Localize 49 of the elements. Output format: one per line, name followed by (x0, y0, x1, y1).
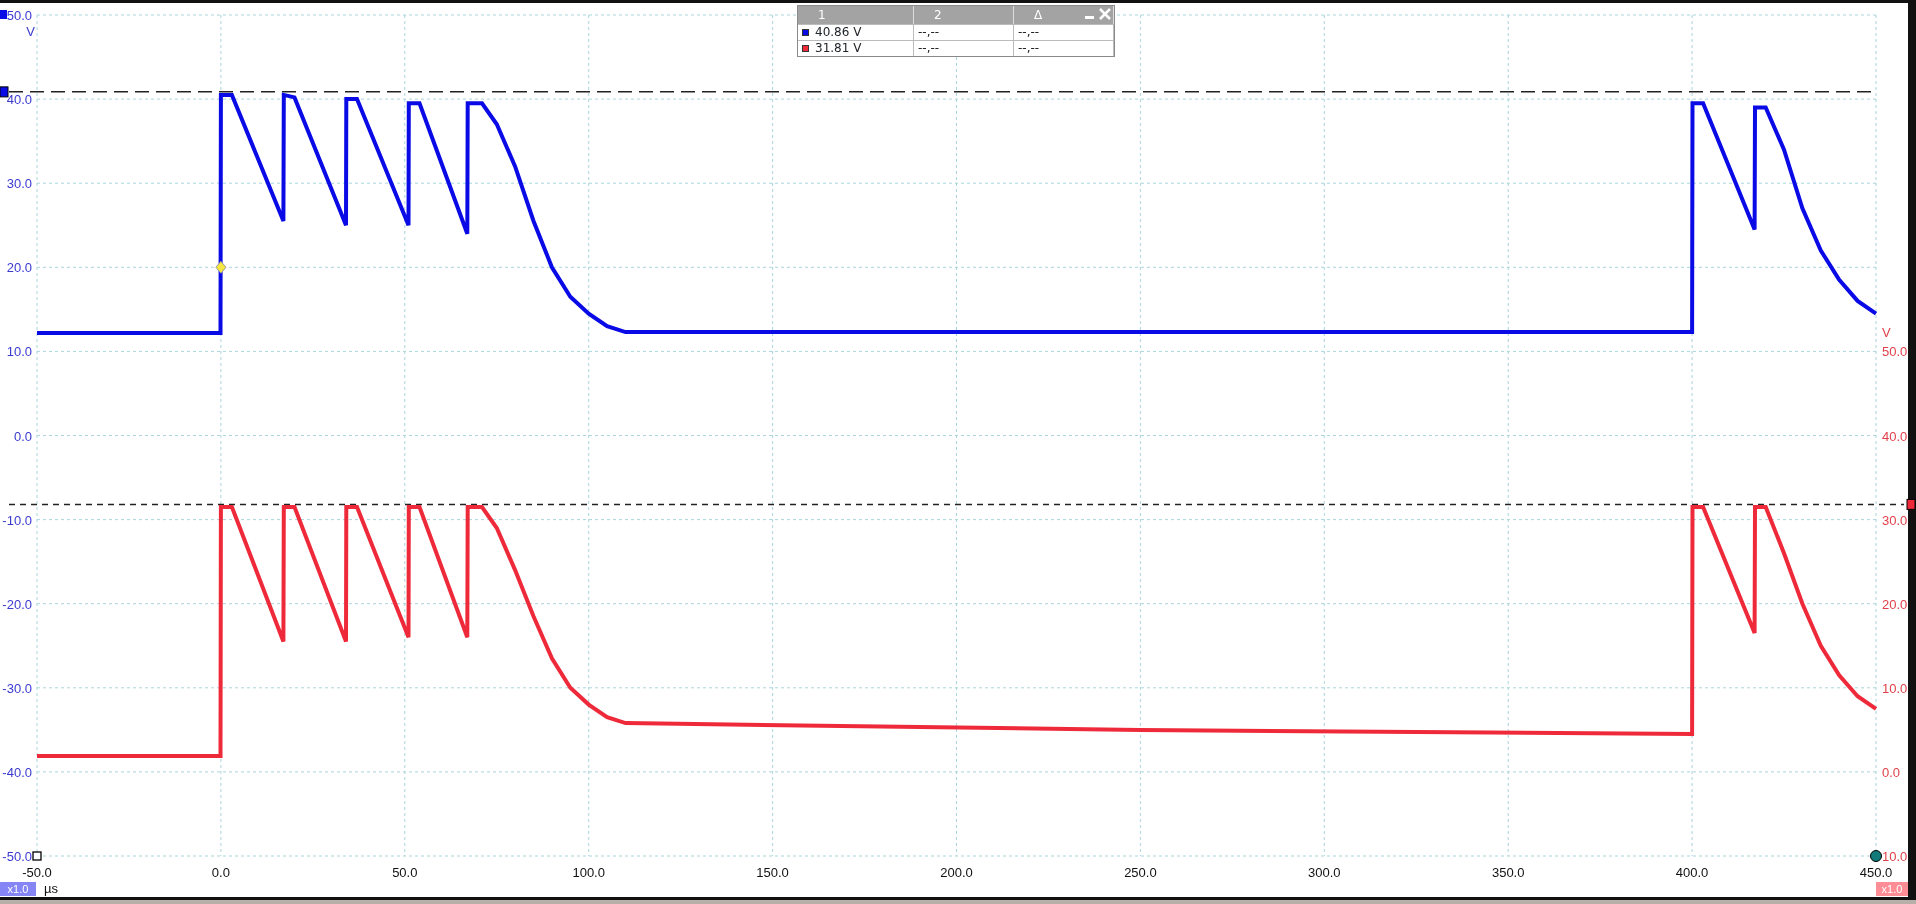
axis-label: 10.0 (1882, 680, 1908, 696)
zoom-handle[interactable] (1870, 850, 1882, 862)
scale-badge: x1.0 (1876, 882, 1908, 896)
axis-label: 50.0 (392, 865, 418, 880)
axis-label: 50.0 (1882, 344, 1908, 360)
table-cell: 31.81 V (815, 41, 862, 56)
axis-label: 150.0 (756, 865, 789, 880)
unit-label: V (26, 24, 35, 39)
axis-label: -50.0 (2, 849, 32, 864)
axis-label: -50.0 (22, 865, 52, 880)
axis-label: 350.0 (1491, 865, 1525, 880)
cursor-handle[interactable] (0, 86, 9, 98)
table-cell: --,-- (1014, 25, 1114, 40)
axis-label: 50.0 (6, 8, 32, 23)
axis-label: 10.0 (1882, 849, 1908, 864)
table-cell: 40.86 V (815, 25, 862, 40)
axis-label: -40.0 (2, 764, 32, 780)
table-cell: --,-- (1014, 41, 1114, 56)
unit-label: µs (44, 881, 58, 896)
ruler-handle[interactable] (32, 851, 42, 861)
axis-label: 300.0 (1308, 865, 1341, 880)
unit-label: V (1882, 325, 1891, 341)
axis-label: 40.0 (1882, 428, 1908, 444)
axis-label: 30.0 (6, 176, 32, 192)
axis-label: -30.0 (2, 680, 32, 696)
cursor-handle[interactable] (1906, 498, 1916, 510)
axis-label: 450.0 (1859, 865, 1893, 880)
axis-label: 200.0 (940, 865, 973, 880)
axis-label: 250.0 (1124, 865, 1157, 880)
column-header: 2 (914, 6, 1014, 24)
axis-label: 20.0 (1882, 596, 1908, 612)
axis-label: 40.0 (6, 92, 32, 108)
column-header: 1 (798, 6, 914, 24)
axis-label: -20.0 (2, 596, 32, 612)
axis-label: 20.0 (6, 260, 32, 276)
axis-label: -10.0 (2, 512, 32, 528)
table-cell: --,-- (914, 25, 1014, 40)
trigger-marker[interactable] (215, 260, 227, 274)
scale-badge: x1.0 (0, 882, 36, 896)
table-cell: --,-- (914, 41, 1014, 56)
axis-label: 30.0 (1882, 512, 1908, 528)
axis-label: 0.0 (211, 865, 230, 880)
axis-label: 0.0 (1882, 764, 1901, 780)
axis-label: 100.0 (572, 865, 605, 880)
axis-label: 0.0 (13, 428, 32, 444)
axis-label: 10.0 (6, 344, 32, 360)
channel-marker[interactable] (0, 10, 7, 19)
cursor-line[interactable] (8, 503, 1905, 506)
axis-label: 400.0 (1675, 865, 1709, 880)
